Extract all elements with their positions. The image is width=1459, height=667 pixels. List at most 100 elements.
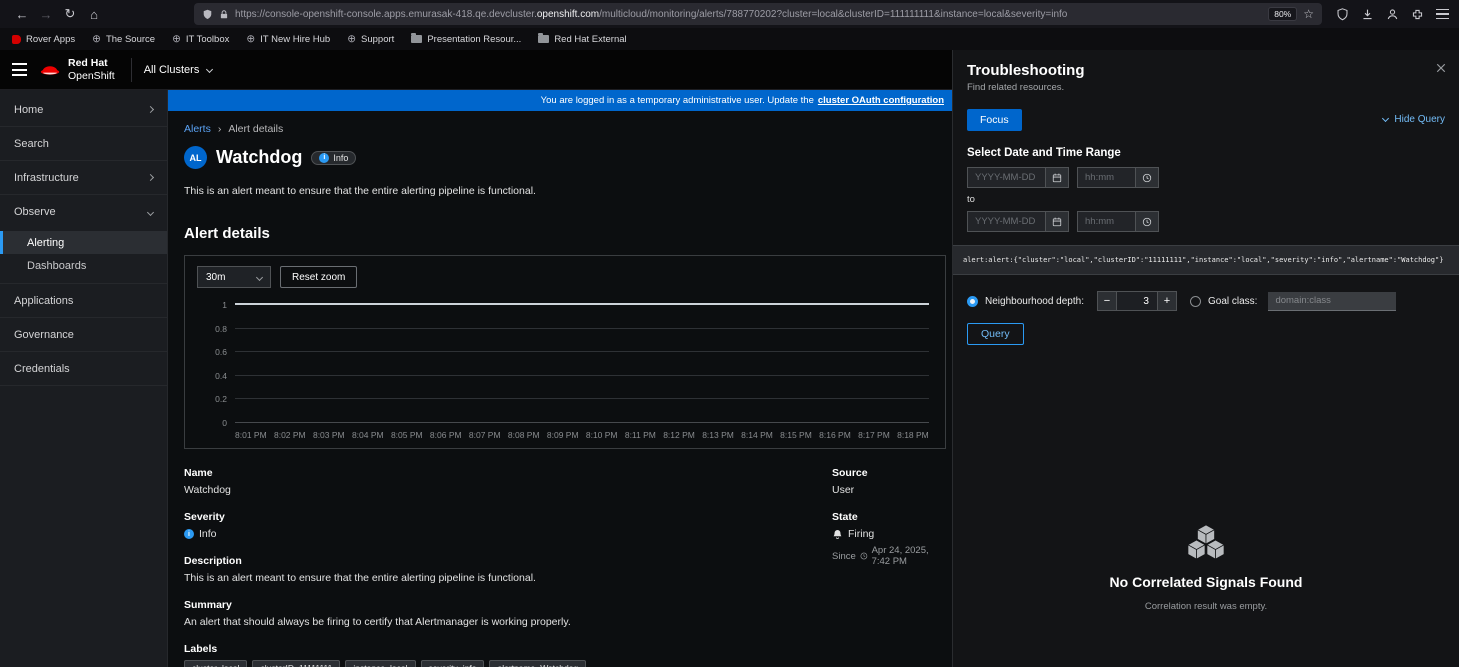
field-name: Name Watchdog (184, 467, 832, 496)
start-time-input[interactable] (1077, 167, 1135, 188)
calendar-icon[interactable] (1045, 211, 1069, 232)
shield-icon[interactable] (202, 9, 213, 20)
x-tick-label: 8:03 PM (313, 430, 345, 440)
focus-button[interactable]: Focus (967, 109, 1022, 131)
calendar-icon[interactable] (1045, 167, 1069, 188)
increment-button[interactable]: + (1157, 291, 1177, 311)
section-title: Alert details (184, 225, 946, 242)
decrement-button[interactable]: − (1097, 291, 1117, 311)
severity-badge: i Info (311, 151, 356, 165)
zoom-badge[interactable]: 80% (1268, 7, 1297, 21)
details-right-column: Source User State Firing (832, 467, 946, 667)
bookmark-the-source[interactable]: ⊕The Source (92, 34, 155, 45)
clock-icon[interactable] (1135, 211, 1159, 232)
reset-zoom-button[interactable]: Reset zoom (280, 266, 357, 288)
label-chip: instance=local (345, 660, 415, 667)
url-bar[interactable]: https://console-openshift-console.apps.e… (194, 3, 1322, 25)
extensions-icon[interactable] (1411, 8, 1424, 21)
sidebar-item-dashboards[interactable]: Dashboards (0, 254, 167, 277)
masthead-divider (131, 58, 132, 82)
oauth-configuration-link[interactable]: cluster OAuth configuration (818, 95, 944, 106)
hide-query-toggle[interactable]: Hide Query (1383, 114, 1445, 125)
labels-list: cluster=localclusterID=11111111instance=… (184, 660, 832, 667)
sidebar-item-governance[interactable]: Governance (0, 318, 167, 352)
home-icon[interactable]: ⌂ (82, 3, 106, 25)
cubes-icon (1183, 523, 1229, 561)
alert-details-page: Alerts › Alert details AL Watchdog i Inf… (168, 111, 952, 667)
main-area: You are logged in as a temporary adminis… (168, 90, 952, 667)
x-tick-label: 8:17 PM (858, 430, 890, 440)
sidebar-item-search[interactable]: Search (0, 127, 167, 161)
x-tick-label: 8:10 PM (586, 430, 618, 440)
x-tick-label: 8:13 PM (702, 430, 734, 440)
close-icon[interactable] (1435, 62, 1447, 74)
sidebar-item-observe[interactable]: Observe (0, 195, 167, 229)
goal-class-radio[interactable] (1190, 296, 1201, 307)
back-icon[interactable]: ← (10, 3, 34, 25)
downloads-icon[interactable] (1361, 8, 1374, 21)
end-time-input[interactable] (1077, 211, 1135, 232)
bookmark-rover-apps[interactable]: Rover Apps (12, 34, 75, 45)
alert-badge: AL (184, 146, 207, 169)
cluster-selector[interactable]: All Clusters (144, 64, 213, 76)
bookmark-it-toolbox[interactable]: ⊕IT Toolbox (172, 34, 229, 45)
alert-intro-text: This is an alert meant to ensure that th… (184, 185, 946, 197)
x-tick-label: 8:14 PM (741, 430, 773, 440)
query-expression[interactable]: alert:alert:{"cluster":"local","clusterI… (953, 245, 1459, 275)
login-banner: You are logged in as a temporary adminis… (168, 90, 952, 111)
panel-header: Troubleshooting Find related resources. (953, 50, 1459, 97)
bookmark-red-hat-external[interactable]: Red Hat External (538, 34, 626, 45)
sidebar-item-applications[interactable]: Applications (0, 284, 167, 318)
x-tick-label: 8:04 PM (352, 430, 384, 440)
alert-chart-card: 30m Reset zoom 1 0.8 0.6 (184, 255, 946, 449)
watchdog-series-line (235, 303, 929, 305)
chevron-down-icon (206, 66, 213, 73)
breadcrumb-separator: › (218, 123, 222, 135)
sidebar-item-credentials[interactable]: Credentials (0, 352, 167, 386)
console-body: Home Search Infrastructure Observe Alert… (0, 90, 952, 667)
bookmark-star-icon[interactable]: ☆ (1303, 7, 1314, 21)
sidebar-item-infrastructure[interactable]: Infrastructure (0, 161, 167, 195)
query-button[interactable]: Query (967, 323, 1024, 345)
account-icon[interactable] (1386, 8, 1399, 21)
sidebar-item-home[interactable]: Home (0, 93, 167, 127)
redhat-openshift-logo: Red Hat OpenShift (39, 57, 115, 82)
globe-icon: ⊕ (246, 34, 255, 45)
protection-shield-icon[interactable] (1336, 8, 1349, 21)
breadcrumb-current: Alert details (228, 123, 283, 135)
time-range-select[interactable]: 30m (197, 266, 271, 288)
depth-value[interactable]: 3 (1117, 291, 1157, 311)
empty-state-title: No Correlated Signals Found (1110, 574, 1303, 590)
clock-icon[interactable] (1135, 167, 1159, 188)
goal-class-input[interactable] (1268, 292, 1396, 311)
toolbar-right-icons (1336, 8, 1449, 21)
lock-icon[interactable] (219, 9, 229, 20)
globe-icon: ⊕ (347, 34, 356, 45)
x-tick-label: 8:09 PM (547, 430, 579, 440)
banner-text: You are logged in as a temporary adminis… (541, 95, 814, 106)
rover-icon (12, 35, 21, 44)
openshift-console: Red Hat OpenShift All Clusters Home (0, 50, 1459, 667)
end-date-input[interactable] (967, 211, 1045, 232)
breadcrumb-alerts-link[interactable]: Alerts (184, 123, 211, 135)
screen: ← → ↻ ⌂ https://console-openshift-consol… (0, 0, 1459, 667)
url-text: https://console-openshift-console.apps.e… (235, 9, 1262, 20)
field-state: State Firing Since Apr 24, 2025, 7:42 PM (832, 511, 946, 567)
to-label: to (967, 194, 1445, 205)
bell-icon (832, 529, 843, 540)
app-menu-icon[interactable] (1436, 9, 1449, 20)
nav-toggle-icon[interactable] (12, 63, 27, 76)
neighbourhood-depth-radio[interactable] (967, 296, 978, 307)
bookmark-it-new-hire-hub[interactable]: ⊕IT New Hire Hub (246, 34, 330, 45)
start-date-input[interactable] (967, 167, 1045, 188)
bookmark-presentation-resources[interactable]: Presentation Resour... (411, 34, 521, 45)
x-tick-label: 8:12 PM (663, 430, 695, 440)
field-source: Source User (832, 467, 946, 496)
forward-icon[interactable]: → (34, 3, 58, 25)
folder-icon (538, 35, 549, 43)
sidebar-item-alerting[interactable]: Alerting (0, 231, 167, 254)
reload-icon[interactable]: ↻ (58, 3, 82, 25)
query-options-row: Neighbourhood depth: − 3 + Goal class: (953, 275, 1459, 311)
url-prefix: https://console-openshift-console.apps.e… (235, 9, 537, 20)
bookmark-support[interactable]: ⊕Support (347, 34, 394, 45)
